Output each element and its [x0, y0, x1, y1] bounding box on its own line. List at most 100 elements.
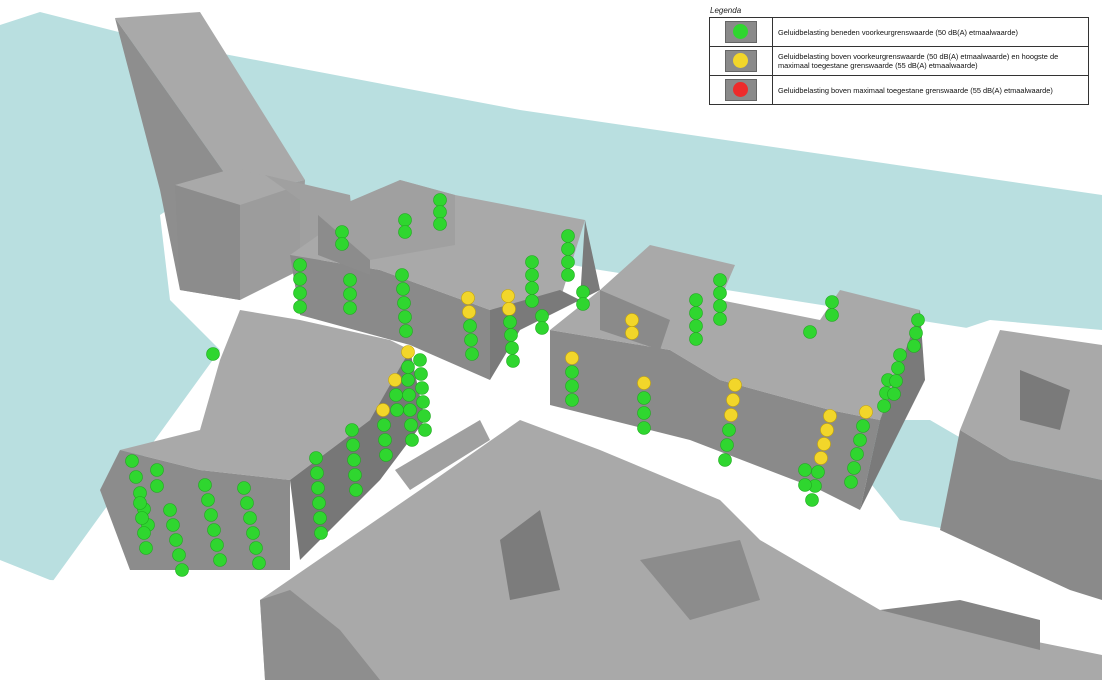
receptor-yellow: [817, 437, 831, 451]
legend-label-yellow: Geluidbelasting boven voorkeurgrenswaard…: [772, 46, 1089, 76]
receptor-green: [506, 354, 520, 368]
receptor-green: [850, 447, 864, 461]
receptor-green: [433, 217, 447, 231]
receptor-yellow: [637, 376, 651, 390]
receptor-green: [347, 453, 361, 467]
receptor-green: [396, 282, 410, 296]
receptor-green: [803, 325, 817, 339]
receptor-yellow: [859, 405, 873, 419]
receptor-green: [243, 511, 257, 525]
receptor-yellow: [501, 289, 515, 303]
receptor-yellow: [462, 305, 476, 319]
receptor-green: [166, 518, 180, 532]
receptor-green: [252, 556, 266, 570]
receptor-green: [345, 423, 359, 437]
receptor-green: [805, 493, 819, 507]
receptor-yellow: [724, 408, 738, 422]
receptor-green: [887, 387, 901, 401]
receptor-yellow: [726, 393, 740, 407]
receptor-green: [798, 463, 812, 477]
receptor-green: [237, 481, 251, 495]
receptor-green: [390, 403, 404, 417]
receptor-green: [335, 225, 349, 239]
red-dot-icon: [725, 79, 757, 101]
receptor-green: [463, 319, 477, 333]
legend-row-yellow: Geluidbelasting boven voorkeurgrenswaard…: [709, 46, 1089, 76]
receptor-green: [413, 353, 427, 367]
receptor-green: [246, 526, 260, 540]
receptor-green: [210, 538, 224, 552]
receptor-green: [561, 268, 575, 282]
receptor-green: [401, 360, 415, 374]
receptor-green: [343, 301, 357, 315]
receptor-green: [139, 541, 153, 555]
receptor-green: [377, 418, 391, 432]
receptor-green: [844, 475, 858, 489]
receptor-green: [713, 312, 727, 326]
receptor-green: [150, 463, 164, 477]
receptor-yellow: [820, 423, 834, 437]
receptor-green: [503, 315, 517, 329]
receptor-green: [535, 309, 549, 323]
receptor-green: [402, 388, 416, 402]
receptor-green: [505, 341, 519, 355]
receptor-green: [525, 268, 539, 282]
receptor-green: [135, 511, 149, 525]
receptor-green: [433, 205, 447, 219]
receptor-green: [309, 451, 323, 465]
receptor-green: [175, 563, 189, 577]
receptor-green: [398, 225, 412, 239]
receptor-yellow: [376, 403, 390, 417]
receptor-green: [565, 393, 579, 407]
receptor-green: [198, 478, 212, 492]
receptor-green: [310, 466, 324, 480]
receptor-green: [561, 229, 575, 243]
receptor-green: [335, 237, 349, 251]
receptor-green: [911, 313, 925, 327]
receptor-green: [349, 483, 363, 497]
receptor-green: [561, 242, 575, 256]
receptor-green: [416, 395, 430, 409]
receptor-green: [713, 286, 727, 300]
receptor-green: [311, 481, 325, 495]
receptor-green: [525, 281, 539, 295]
receptor-green: [240, 496, 254, 510]
receptor-green: [137, 526, 151, 540]
receptor-green: [825, 295, 839, 309]
receptor-green: [825, 308, 839, 322]
receptor-green: [398, 213, 412, 227]
receptor-green: [465, 347, 479, 361]
receptor-green: [399, 324, 413, 338]
receptor-green: [129, 470, 143, 484]
receptor-green: [689, 319, 703, 333]
receptor-green: [637, 421, 651, 435]
receptor-yellow: [625, 313, 639, 327]
receptor-yellow: [625, 326, 639, 340]
receptor-green: [689, 306, 703, 320]
receptor-green: [713, 299, 727, 313]
receptor-green: [853, 433, 867, 447]
receptor-yellow: [502, 302, 516, 316]
receptor-green: [343, 273, 357, 287]
receptor-green: [415, 381, 429, 395]
receptor-green: [689, 332, 703, 346]
receptor-green: [379, 448, 393, 462]
receptor-green: [150, 479, 164, 493]
receptor-green: [718, 453, 732, 467]
receptor-green: [576, 285, 590, 299]
receptor-green: [637, 406, 651, 420]
receptor-green: [395, 268, 409, 282]
receptor-green: [798, 478, 812, 492]
receptor-green: [722, 423, 736, 437]
receptor-green: [206, 347, 220, 361]
receptor-green: [891, 361, 905, 375]
receptor-green: [565, 365, 579, 379]
receptor-yellow: [401, 345, 415, 359]
legend-row-red: Geluidbelasting boven maximaal toegestan…: [709, 75, 1089, 105]
receptor-green: [504, 328, 518, 342]
receptor-green: [811, 465, 825, 479]
green-dot-icon: [725, 21, 757, 43]
receptor-green: [433, 193, 447, 207]
receptor-green: [418, 423, 432, 437]
receptor-green: [565, 379, 579, 393]
